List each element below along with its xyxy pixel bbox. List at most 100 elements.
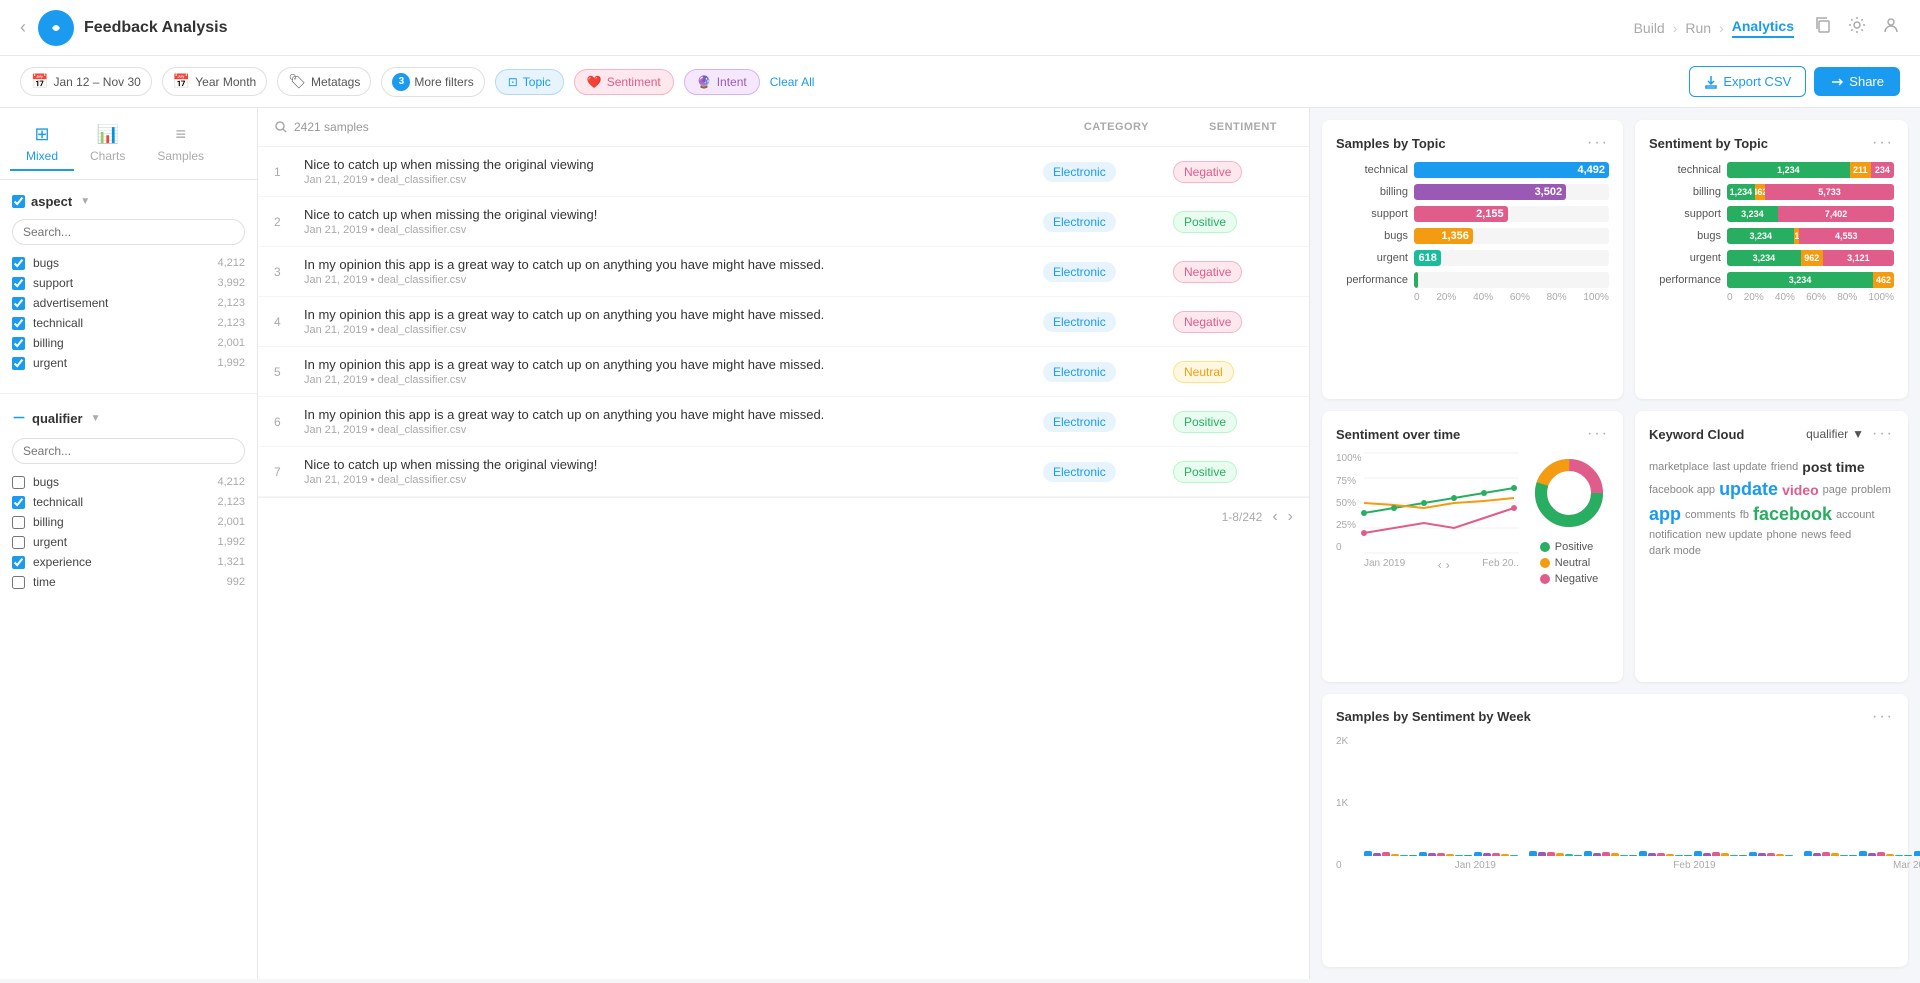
aspect-collapse-icon[interactable]: ▼: [80, 196, 90, 207]
nav-step-build[interactable]: Build: [1634, 20, 1665, 36]
kw-new-update[interactable]: new update: [1706, 529, 1763, 541]
table-row[interactable]: 2 Nice to catch up when missing the orig…: [258, 197, 1309, 247]
aspect-item-checkbox-support[interactable]: [12, 277, 25, 290]
aspect-item-checkbox-advertisement[interactable]: [12, 297, 25, 310]
qualifier-search[interactable]: [12, 438, 245, 464]
top-nav: ‹ Feedback Analysis Build › Run › Analyt…: [0, 0, 1920, 56]
prev-time-btn[interactable]: ‹: [1438, 558, 1442, 572]
kw-marketplace[interactable]: marketplace: [1649, 461, 1709, 473]
aspect-checkbox[interactable]: [12, 195, 25, 208]
qualifier-item-checkbox-billing[interactable]: [12, 516, 25, 529]
user-icon[interactable]: [1882, 16, 1900, 39]
aspect-item-checkbox-technicall[interactable]: [12, 317, 25, 330]
samples-by-topic-menu[interactable]: ···: [1587, 134, 1609, 152]
aspect-item-checkbox-billing[interactable]: [12, 337, 25, 350]
qualifier-item-checkbox-time[interactable]: [12, 576, 25, 589]
table-row[interactable]: 3 In my opinion this app is a great way …: [258, 247, 1309, 297]
qualifier-item-checkbox-bugs[interactable]: [12, 476, 25, 489]
kw-dark-mode[interactable]: dark mode: [1649, 545, 1701, 557]
samples-by-week-menu[interactable]: ···: [1872, 708, 1894, 726]
topic-bar: 2,155: [1414, 206, 1508, 222]
intent-filter-tag[interactable]: 🔮 Intent: [684, 69, 760, 95]
back-button[interactable]: ‹: [20, 17, 26, 38]
kw-phone[interactable]: phone: [1766, 529, 1797, 541]
qualifier-item-technicall: technicall 2,123: [12, 492, 245, 512]
sent-time-nav[interactable]: ‹ ›: [1438, 558, 1450, 572]
aspect-item-label: bugs: [33, 256, 209, 270]
year-month-filter[interactable]: 📅 Year Month: [162, 67, 267, 96]
week-bar: [1593, 853, 1601, 856]
sent-y-labels: 100% 75% 50% 25% 0: [1336, 453, 1362, 553]
negative-legend: Negative: [1540, 573, 1598, 585]
kw-last-update[interactable]: last update: [1713, 461, 1767, 473]
kw-comments[interactable]: comments: [1685, 509, 1736, 521]
next-page-button[interactable]: ›: [1288, 508, 1293, 526]
samples-by-week-card: Samples by Sentiment by Week ··· 0 1K 2K…: [1322, 694, 1908, 967]
qualifier-collapse-icon[interactable]: ▼: [91, 413, 101, 424]
topic-filter-tag[interactable]: ⊡ Topic: [495, 69, 564, 95]
week-bar: [1694, 851, 1702, 856]
kw-friend[interactable]: friend: [1771, 461, 1799, 473]
qualifier-item-label: billing: [33, 515, 209, 529]
line-chart-svg: [1364, 453, 1519, 553]
tab-mixed[interactable]: ⊞ Mixed: [10, 118, 74, 171]
week-chart-area: 0 1K 2K Jan 2019 Feb 2019 Mar 2019 Apr 2…: [1336, 736, 1894, 871]
table-row[interactable]: 1 Nice to catch up when missing the orig…: [258, 147, 1309, 197]
qualifier-item-count: 2,123: [217, 496, 245, 508]
kw-problem[interactable]: problem: [1851, 484, 1891, 496]
row-sentiment: Positive: [1173, 411, 1293, 433]
qualifier-dropdown[interactable]: qualifier ▼: [1806, 427, 1864, 441]
copy-icon[interactable]: [1814, 16, 1832, 39]
kw-video[interactable]: video: [1782, 482, 1819, 498]
tab-samples[interactable]: ≡ Samples: [141, 118, 220, 171]
aspect-search[interactable]: [12, 219, 245, 245]
kw-time[interactable]: time: [1836, 459, 1865, 475]
kw-update[interactable]: update: [1719, 479, 1778, 500]
sentiment-badge: Positive: [1173, 461, 1237, 483]
qualifier-item-checkbox-technicall[interactable]: [12, 496, 25, 509]
qualifier-item-checkbox-experience[interactable]: [12, 556, 25, 569]
kw-news-feed[interactable]: news feed: [1801, 529, 1851, 541]
kw-notification[interactable]: notification: [1649, 529, 1702, 541]
kw-post[interactable]: post: [1802, 459, 1832, 475]
table-row[interactable]: 6 In my opinion this app is a great way …: [258, 397, 1309, 447]
aspect-item-checkbox-bugs[interactable]: [12, 257, 25, 270]
keyword-cloud-menu[interactable]: ···: [1872, 425, 1894, 443]
table-row[interactable]: 4 In my opinion this app is a great way …: [258, 297, 1309, 347]
table-row[interactable]: 7 Nice to catch up when missing the orig…: [258, 447, 1309, 497]
qualifier-item-checkbox-urgent[interactable]: [12, 536, 25, 549]
week-group: [1529, 851, 1582, 856]
kw-account[interactable]: account: [1836, 509, 1875, 521]
settings-icon[interactable]: [1848, 16, 1866, 39]
samples-pagination: 1-8/242 ‹ ›: [258, 497, 1309, 536]
sentiment-by-topic-menu[interactable]: ···: [1872, 134, 1894, 152]
table-row[interactable]: 5 In my opinion this app is a great way …: [258, 347, 1309, 397]
sentiment-over-time-menu[interactable]: ···: [1587, 425, 1609, 443]
next-time-btn[interactable]: ›: [1446, 558, 1450, 572]
week-bar: [1464, 855, 1472, 856]
metatags-filter[interactable]: 🏷 Metatags: [277, 67, 371, 96]
export-csv-button[interactable]: Export CSV: [1689, 66, 1806, 97]
tab-charts[interactable]: 📊 Charts: [74, 118, 141, 171]
sentiment-filter-tag[interactable]: ❤️ Sentiment: [574, 69, 674, 95]
nav-step-run[interactable]: Run: [1685, 20, 1711, 36]
date-range-filter[interactable]: 📅 Jan 12 – Nov 30: [20, 67, 152, 96]
stacked-seg: 3,121: [1823, 250, 1894, 266]
qualifier-minus-icon[interactable]: －: [12, 408, 26, 428]
keyword-cloud-header: Keyword Cloud qualifier ▼ ···: [1649, 425, 1894, 443]
nav-step-analytics[interactable]: Analytics: [1732, 18, 1794, 38]
sentiment-badge: Negative: [1173, 161, 1242, 183]
week-bar: [1556, 853, 1564, 856]
kw-page[interactable]: page: [1823, 484, 1847, 496]
aspect-item-checkbox-urgent[interactable]: [12, 357, 25, 370]
sample-meta: Jan 21, 2019 • deal_classifier.csv: [304, 474, 1043, 486]
kw-facebook[interactable]: facebook: [1753, 504, 1832, 525]
share-button[interactable]: Share: [1814, 67, 1900, 96]
more-filters-button[interactable]: 3 More filters: [381, 67, 484, 97]
clear-all-button[interactable]: Clear All: [770, 75, 815, 89]
row-sentiment: Neutral: [1173, 361, 1293, 383]
kw-app[interactable]: app: [1649, 504, 1681, 525]
kw-fb[interactable]: fb: [1740, 509, 1749, 521]
kw-facebook-app[interactable]: facebook app: [1649, 484, 1715, 496]
prev-page-button[interactable]: ‹: [1272, 508, 1277, 526]
